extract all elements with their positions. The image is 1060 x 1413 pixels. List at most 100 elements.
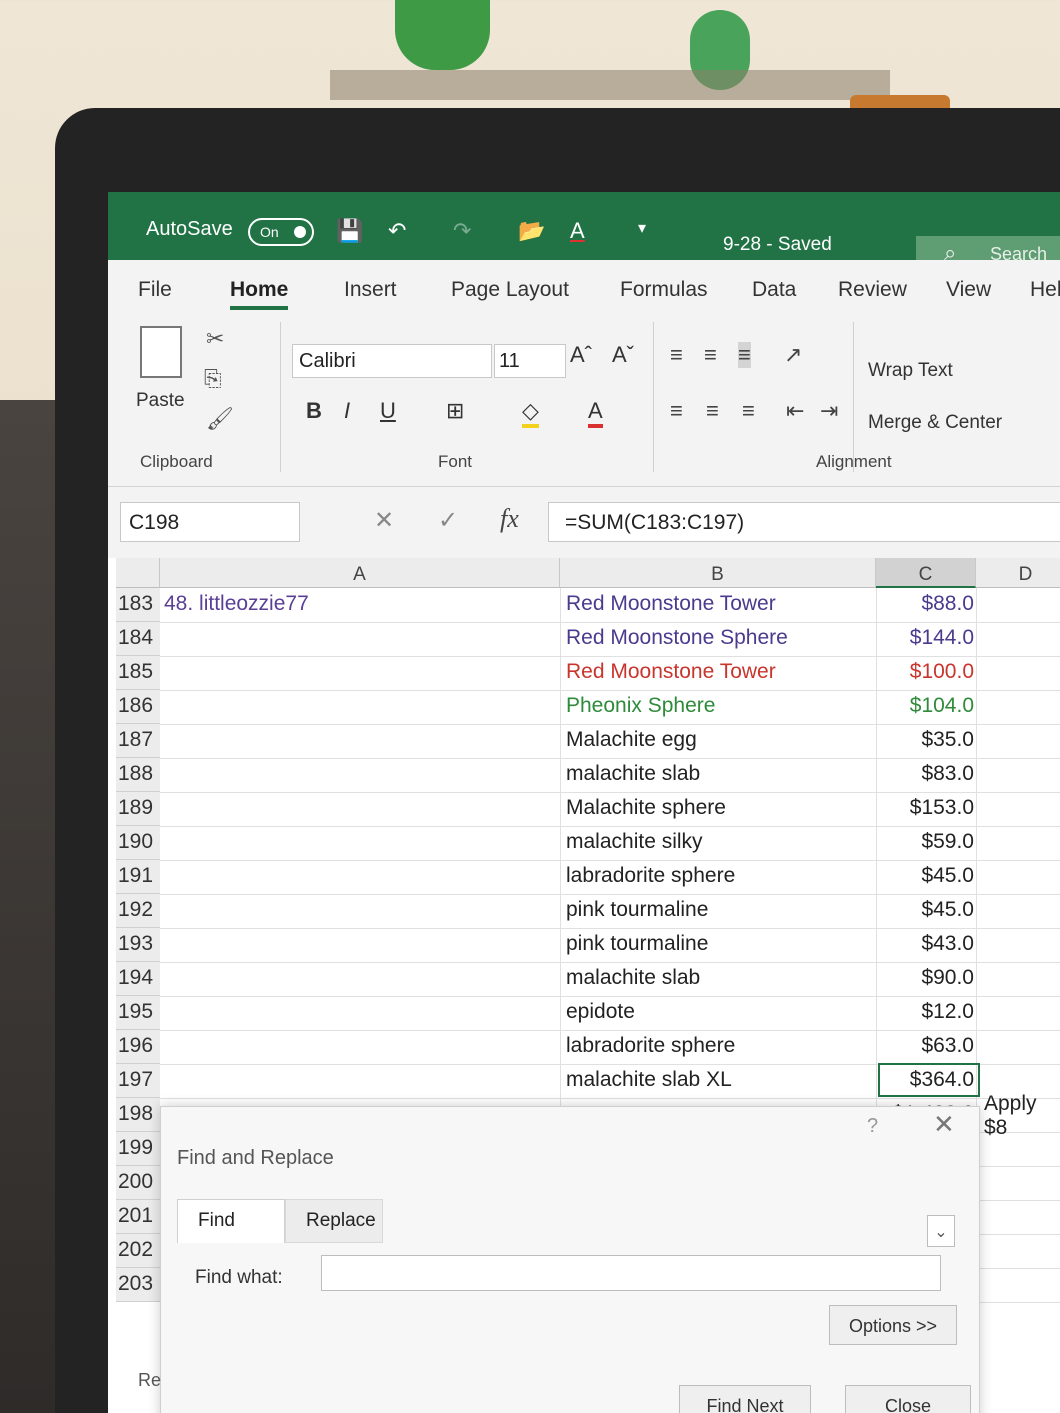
cell-c[interactable]: $45.0 (878, 864, 974, 888)
tab-review[interactable]: Review (838, 278, 907, 302)
cell-c[interactable]: $90.0 (878, 966, 974, 990)
find-next-button[interactable]: Find Next (679, 1385, 811, 1413)
paste-icon[interactable] (140, 326, 182, 378)
underline-button[interactable]: U (380, 398, 396, 424)
cell-b[interactable]: malachite silky (566, 830, 703, 854)
cell-c[interactable]: $63.0 (878, 1034, 974, 1058)
cell-b[interactable]: Malachite egg (566, 728, 697, 752)
cut-icon[interactable]: ✂ (206, 326, 224, 352)
cell-b[interactable]: Red Moonstone Tower (566, 660, 776, 684)
row-header[interactable]: 197 (116, 1064, 160, 1098)
align-right-icon[interactable]: ≡ (742, 398, 755, 424)
cell-c[interactable]: $45.0 (878, 898, 974, 922)
close-icon[interactable]: ✕ (933, 1109, 955, 1140)
row-header[interactable]: 189 (116, 792, 160, 826)
merge-center-button[interactable]: Merge & Center (868, 412, 1002, 434)
font-size-select[interactable]: 11 (494, 344, 566, 378)
row-header[interactable]: 193 (116, 928, 160, 962)
open-folder-icon[interactable]: 📂 (518, 218, 545, 244)
column-header-d[interactable]: D (976, 558, 1060, 588)
cell-c[interactable]: $104.0 (878, 694, 974, 718)
row-header[interactable]: 185 (116, 656, 160, 690)
align-top-icon[interactable]: ≡ (670, 342, 683, 368)
cell-c[interactable]: $35.0 (878, 728, 974, 752)
cell-b[interactable]: labradorite sphere (566, 864, 735, 888)
row-header[interactable]: 199 (116, 1132, 160, 1166)
name-box[interactable]: C198 (120, 502, 300, 542)
tab-view[interactable]: View (946, 278, 991, 302)
select-all-corner[interactable] (116, 558, 160, 588)
row-header[interactable]: 194 (116, 962, 160, 996)
cell-b[interactable]: Red Moonstone Sphere (566, 626, 788, 650)
fill-color-icon[interactable]: ◇ (522, 398, 539, 428)
cell-b[interactable]: Red Moonstone Tower (566, 592, 776, 616)
insert-function-icon[interactable]: fx (500, 504, 519, 534)
row-header[interactable]: 201 (116, 1200, 160, 1234)
chevron-down-icon[interactable]: ⌄ (927, 1215, 955, 1247)
align-left-icon[interactable]: ≡ (670, 398, 683, 424)
row-header[interactable]: 195 (116, 996, 160, 1030)
row-header[interactable]: 198 (116, 1098, 160, 1132)
bold-button[interactable]: B (306, 398, 322, 424)
row-header[interactable]: 202 (116, 1234, 160, 1268)
cell-b[interactable]: Malachite sphere (566, 796, 726, 820)
redo-icon[interactable]: ↷ (453, 218, 471, 244)
tab-page-layout[interactable]: Page Layout (451, 278, 569, 302)
align-bottom-icon[interactable]: ≡ (738, 342, 751, 368)
cell-b[interactable]: pink tourmaline (566, 898, 708, 922)
row-header[interactable]: 200 (116, 1166, 160, 1200)
tab-formulas[interactable]: Formulas (620, 278, 708, 302)
align-middle-icon[interactable]: ≡ (704, 342, 717, 368)
decrease-font-icon[interactable]: Aˇ (612, 342, 634, 368)
paste-button[interactable]: Paste (136, 390, 185, 412)
row-header[interactable]: 186 (116, 690, 160, 724)
document-title[interactable]: 9-28 - Saved (723, 234, 832, 256)
align-center-icon[interactable]: ≡ (706, 398, 719, 424)
cell-b[interactable]: Pheonix Sphere (566, 694, 715, 718)
find-what-input[interactable] (321, 1255, 941, 1291)
undo-icon[interactable]: ↶ (388, 218, 406, 244)
tab-insert[interactable]: Insert (344, 278, 397, 302)
tab-home[interactable]: Home (230, 278, 289, 310)
cell-c[interactable]: $88.0 (878, 592, 974, 616)
enter-icon[interactable]: ✓ (438, 506, 458, 535)
row-header[interactable]: 203 (116, 1268, 160, 1302)
tab-file[interactable]: File (138, 278, 172, 302)
row-header[interactable]: 187 (116, 724, 160, 758)
cell-b[interactable]: malachite slab (566, 966, 700, 990)
cell-b[interactable]: malachite slab XL (566, 1068, 732, 1092)
decrease-indent-icon[interactable]: ⇤ (786, 398, 804, 424)
row-header[interactable]: 190 (116, 826, 160, 860)
customize-quick-access-icon[interactable]: ▾ (638, 218, 646, 238)
cell-b[interactable]: epidote (566, 1000, 635, 1024)
row-header[interactable]: 196 (116, 1030, 160, 1064)
cell-c[interactable]: $12.0 (878, 1000, 974, 1024)
copy-icon[interactable]: ⎘ (204, 366, 222, 392)
column-header-c[interactable]: C (876, 558, 976, 588)
cell-b[interactable]: labradorite sphere (566, 1034, 735, 1058)
cell-c[interactable]: $83.0 (878, 762, 974, 786)
cell-a[interactable]: 48. littleozzie77 (164, 592, 309, 616)
autosave-toggle[interactable]: On (248, 218, 314, 246)
column-header-a[interactable]: A (160, 558, 560, 588)
format-painter-icon[interactable]: 🖌 (206, 406, 234, 432)
cell-b[interactable]: malachite slab (566, 762, 700, 786)
increase-indent-icon[interactable]: ⇥ (820, 398, 838, 424)
close-button[interactable]: Close (845, 1385, 971, 1413)
options-button[interactable]: Options >> (829, 1305, 957, 1345)
row-header[interactable]: 188 (116, 758, 160, 792)
increase-font-icon[interactable]: Aˆ (570, 342, 592, 368)
save-icon[interactable]: 💾 (336, 218, 363, 244)
tab-replace[interactable]: Replace (285, 1199, 383, 1243)
italic-button[interactable]: I (344, 398, 350, 424)
font-color-icon[interactable]: A (588, 398, 603, 428)
help-icon[interactable]: ? (867, 1115, 878, 1138)
font-color-quick-icon[interactable]: A (570, 218, 585, 244)
formula-input[interactable]: =SUM(C183:C197) (548, 502, 1060, 542)
font-name-select[interactable]: Calibri (292, 344, 492, 378)
row-header[interactable]: 184 (116, 622, 160, 656)
tab-data[interactable]: Data (752, 278, 796, 302)
row-header[interactable]: 191 (116, 860, 160, 894)
cell-c[interactable]: $100.0 (878, 660, 974, 684)
tab-find[interactable]: Find (177, 1199, 285, 1243)
